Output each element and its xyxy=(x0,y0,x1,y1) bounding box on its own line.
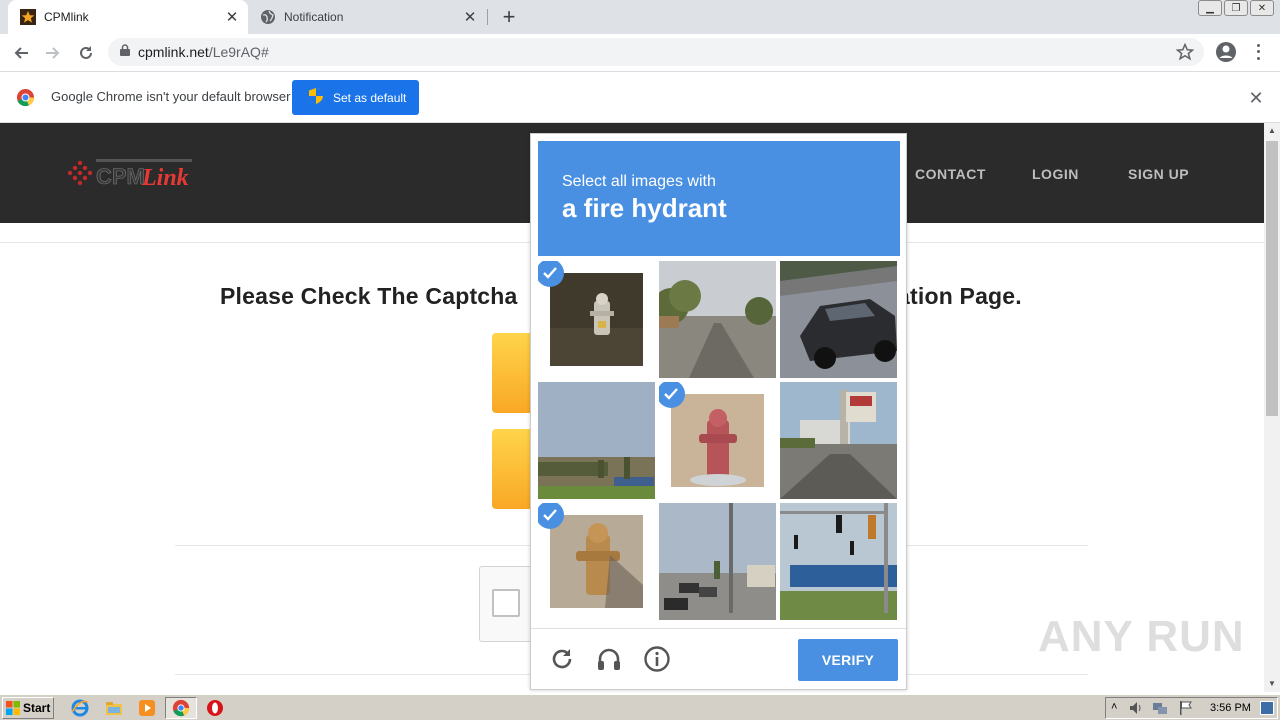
star-favicon-icon xyxy=(20,9,36,25)
restore-icon[interactable]: ❐ xyxy=(1224,0,1248,16)
back-arrow-icon[interactable] xyxy=(8,40,34,66)
nav-login-link[interactable]: LOGIN xyxy=(1032,166,1079,182)
tile-image-street xyxy=(659,261,776,378)
svg-text:CPM: CPM xyxy=(96,164,145,189)
verify-button[interactable]: VERIFY xyxy=(798,639,898,681)
tile-image-traffic-lights xyxy=(780,503,897,620)
captcha-tile[interactable] xyxy=(659,382,776,499)
infobar-message: Google Chrome isn't your default browser xyxy=(51,89,291,104)
tab-cpmlink[interactable]: CPMlink ✕ xyxy=(8,0,248,34)
start-button[interactable]: Start xyxy=(2,697,54,719)
captcha-tile[interactable] xyxy=(538,382,655,499)
tab-close-icon[interactable]: ✕ xyxy=(222,7,242,27)
svg-text:Link: Link xyxy=(141,165,189,191)
system-tray: ˄ 3:56 PM xyxy=(1105,697,1278,719)
chrome-logo-icon xyxy=(16,88,35,112)
scroll-up-icon[interactable]: ▲ xyxy=(1264,123,1280,139)
tile-image-field xyxy=(538,382,655,499)
tile-image-street-cars xyxy=(659,503,776,620)
tile-image-building xyxy=(780,382,897,499)
captcha-tile[interactable] xyxy=(538,261,655,378)
captcha-header: Select all images with a fire hydrant xyxy=(538,141,900,256)
tab-strip: CPMlink ✕ Notification ✕ + ▁ ❐ ✕ xyxy=(0,0,1280,34)
cpmlink-logo[interactable]: CPM Link xyxy=(64,153,204,193)
globe-icon xyxy=(260,9,276,25)
url-text: cpmlink.net/Le9rAQ# xyxy=(138,44,269,60)
tile-image-car xyxy=(780,261,897,378)
menu-kebab-icon[interactable] xyxy=(1252,42,1264,62)
reload-challenge-icon[interactable] xyxy=(548,645,576,673)
infobar-close-icon[interactable]: ✕ xyxy=(1247,89,1265,107)
forward-arrow-icon[interactable] xyxy=(40,40,66,66)
audio-challenge-icon[interactable] xyxy=(595,645,623,673)
minimize-icon[interactable]: ▁ xyxy=(1198,0,1222,16)
show-desktop-icon[interactable] xyxy=(1260,701,1274,715)
internet-explorer-icon[interactable] xyxy=(71,699,89,717)
new-tab-icon[interactable]: + xyxy=(498,6,520,28)
headline-end: ation Page. xyxy=(897,283,1022,309)
close-window-icon[interactable]: ✕ xyxy=(1250,0,1274,16)
volume-icon[interactable] xyxy=(1128,700,1144,720)
set-as-default-button[interactable]: Set as default xyxy=(292,80,419,115)
uac-shield-icon xyxy=(309,88,323,107)
browser-toolbar: cpmlink.net/Le9rAQ# xyxy=(0,34,1280,72)
tile-image-hydrant xyxy=(550,273,643,366)
windows-taskbar: Start ˄ 3:56 PM xyxy=(0,694,1280,720)
page-scrollbar[interactable]: ▲ ▼ xyxy=(1264,123,1280,692)
media-player-icon[interactable] xyxy=(138,699,156,717)
info-icon[interactable] xyxy=(643,645,671,673)
captcha-instruction: Select all images with xyxy=(562,173,716,190)
tile-image-hydrant xyxy=(550,515,643,608)
default-browser-infobar: Google Chrome isn't your default browser… xyxy=(0,72,1280,123)
action-center-flag-icon[interactable] xyxy=(1178,700,1194,720)
set-as-default-label: Set as default xyxy=(333,90,407,105)
captcha-tile[interactable] xyxy=(659,503,776,620)
recaptcha-checkbox[interactable] xyxy=(492,589,520,617)
reload-icon[interactable] xyxy=(73,40,99,66)
windows-logo-icon xyxy=(6,701,20,715)
tab-close-icon[interactable]: ✕ xyxy=(460,7,480,27)
captcha-target: a fire hydrant xyxy=(562,193,727,223)
tray-expand-icon[interactable]: ˄ xyxy=(1111,701,1117,713)
captcha-tile[interactable] xyxy=(780,382,897,499)
tab-separator xyxy=(487,9,488,25)
clock: 3:56 PM xyxy=(1210,702,1251,714)
scroll-down-icon[interactable]: ▼ xyxy=(1264,676,1280,692)
headline-start: Please Check The Captcha xyxy=(220,283,518,309)
tab-notification[interactable]: Notification ✕ xyxy=(250,0,486,34)
captcha-tile[interactable] xyxy=(659,261,776,378)
captcha-challenge: Select all images with a fire hydrant VE… xyxy=(530,133,907,690)
tab-title: Notification xyxy=(284,10,344,24)
captcha-footer: VERIFY xyxy=(531,628,906,690)
tab-title: CPMlink xyxy=(44,10,89,24)
url-path: /Le9rAQ# xyxy=(208,44,269,60)
captcha-tile[interactable] xyxy=(780,503,897,620)
url-host: cpmlink.net xyxy=(138,44,209,60)
folder-icon[interactable] xyxy=(105,699,123,717)
captcha-tile[interactable] xyxy=(538,503,655,620)
nav-contact-link[interactable]: CONTACT xyxy=(915,166,986,182)
window-controls: ▁ ❐ ✕ xyxy=(1198,0,1274,18)
chrome-icon[interactable] xyxy=(172,699,190,717)
anyrun-watermark: ANY RUN xyxy=(1038,612,1245,661)
nav-signup-link[interactable]: SIGN UP xyxy=(1128,166,1189,182)
opera-icon[interactable] xyxy=(206,699,224,717)
bookmark-star-icon[interactable] xyxy=(1175,42,1195,66)
address-bar[interactable]: cpmlink.net/Le9rAQ# xyxy=(108,38,1204,66)
profile-avatar-icon[interactable] xyxy=(1214,40,1238,64)
lock-icon xyxy=(120,43,130,61)
start-label: Start xyxy=(23,701,51,715)
tile-image-hydrant xyxy=(671,394,764,487)
captcha-tile[interactable] xyxy=(780,261,897,378)
scroll-thumb[interactable] xyxy=(1266,141,1278,416)
network-icon[interactable] xyxy=(1152,700,1168,720)
